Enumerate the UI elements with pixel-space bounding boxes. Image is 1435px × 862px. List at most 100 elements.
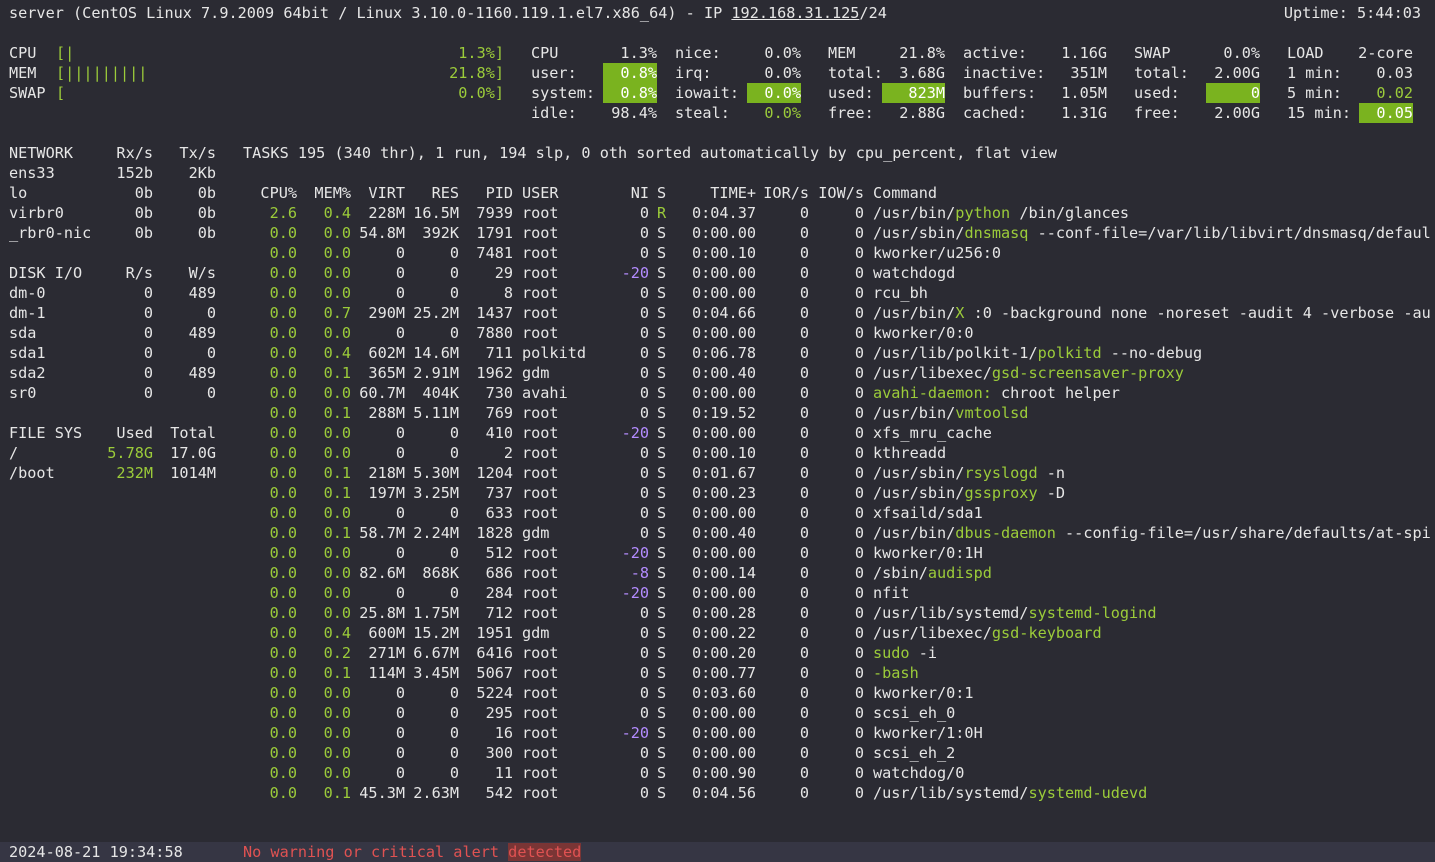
process-mem: 0.0 xyxy=(323,604,351,622)
process-user: root xyxy=(522,544,559,562)
process-mem: 0.0 xyxy=(323,564,351,582)
process-time: 0:00.00 xyxy=(691,544,756,562)
process-ior: 0 xyxy=(799,284,809,302)
filesys-title: FILE SYS xyxy=(9,424,83,442)
process-ni: 0 xyxy=(639,764,649,782)
process-cpu: 0.0 xyxy=(269,224,297,242)
process-iow: 0 xyxy=(854,304,864,322)
process-user: gdm xyxy=(522,524,550,542)
process-iow: 0 xyxy=(854,524,864,542)
process-iow: 0 xyxy=(854,244,864,262)
process-time: 0:00.00 xyxy=(691,724,756,742)
process-res: 2.24M xyxy=(413,524,459,542)
process-user: root xyxy=(522,564,559,582)
process-time: 0:00.00 xyxy=(691,224,756,242)
process-mem: 0.0 xyxy=(323,244,351,262)
mem-inactive-label: inactive: xyxy=(963,64,1046,82)
process-ni: 0 xyxy=(639,504,649,522)
command-name: avahi-daemon: xyxy=(873,384,992,402)
command-path: /usr/lib/polkit-1/ xyxy=(873,344,1038,362)
process-iow: 0 xyxy=(854,584,864,602)
process-cpu: 0.0 xyxy=(269,724,297,742)
process-cpu: 0.0 xyxy=(269,744,297,762)
process-mem: 0.0 xyxy=(323,284,351,302)
disk-device: sda2 xyxy=(9,364,46,382)
load-title: LOAD xyxy=(1287,44,1324,62)
process-cpu: 0.0 xyxy=(269,344,297,362)
process-user: root xyxy=(522,704,559,722)
process-ior: 0 xyxy=(799,424,809,442)
command-name: sudo xyxy=(873,644,910,662)
process-mem: 0.0 xyxy=(323,704,351,722)
process-ior: 0 xyxy=(799,304,809,322)
cpu-title: CPU xyxy=(531,44,559,62)
process-time: 0:00.00 xyxy=(691,744,756,762)
cpu-user-label: user: xyxy=(531,64,577,82)
command-path: watchdogd xyxy=(873,264,956,282)
process-s: S xyxy=(657,784,667,802)
cpu-idle-value: 98.4% xyxy=(611,104,657,122)
process-cpu: 0.0 xyxy=(269,584,297,602)
process-time: 0:04.37 xyxy=(691,204,756,222)
process-ior: 0 xyxy=(799,264,809,282)
process-mem: 0.0 xyxy=(323,764,351,782)
process-pid: 737 xyxy=(485,484,513,502)
tasks-count: 195 xyxy=(297,144,326,162)
disk-write: 489 xyxy=(188,284,216,302)
command-path: /usr/lib/systemd/ xyxy=(873,604,1029,622)
process-s: S xyxy=(657,744,667,762)
process-command: xfs_mru_cache xyxy=(873,423,992,443)
process-cpu: 0.0 xyxy=(269,764,297,782)
command-path: watchdog/0 xyxy=(873,764,965,782)
process-command: kthreadd xyxy=(873,443,946,463)
process-time: 0:00.77 xyxy=(691,664,756,682)
process-cpu: 0.0 xyxy=(269,444,297,462)
process-s: S xyxy=(657,284,667,302)
process-iow: 0 xyxy=(854,544,864,562)
process-res: 14.6M xyxy=(413,344,459,362)
process-user: root xyxy=(522,664,559,682)
process-cpu: 0.0 xyxy=(269,384,297,402)
process-pid: 8 xyxy=(503,284,513,302)
process-mem: 0.0 xyxy=(323,444,351,462)
command-path: /sbin/ xyxy=(873,564,928,582)
process-cpu: 0.0 xyxy=(269,504,297,522)
process-s: S xyxy=(657,444,667,462)
load-5min-value: 0.02 xyxy=(1376,84,1413,102)
process-ni: 0 xyxy=(639,444,649,462)
mem-active-value: 1.16G xyxy=(1061,44,1107,62)
command-path: /usr/bin/ xyxy=(873,524,956,542)
mem-free-value: 2.88G xyxy=(899,104,945,122)
network-tx: 0b xyxy=(197,184,216,202)
quicklook-swap-value: 0.0%] xyxy=(458,84,504,102)
process-virt: 0 xyxy=(395,424,405,442)
process-user: root xyxy=(522,504,559,522)
process-iow: 0 xyxy=(854,364,864,382)
hostname: server xyxy=(9,4,64,22)
process-virt: 60.7M xyxy=(359,384,405,402)
process-time: 0:04.66 xyxy=(691,304,756,322)
process-command: /usr/sbin/dnsmasq --conf-file=/var/lib/l… xyxy=(873,223,1431,243)
process-user: root xyxy=(522,584,559,602)
command-path: rcu_bh xyxy=(873,284,928,302)
disk-read: 0 xyxy=(143,284,153,302)
process-command: xfsaild/sda1 xyxy=(873,503,983,523)
process-ni: 0 xyxy=(639,664,649,682)
process-cpu: 0.0 xyxy=(269,484,297,502)
process-iow: 0 xyxy=(854,504,864,522)
process-time: 0:00.10 xyxy=(691,444,756,462)
process-mem: 0.0 xyxy=(323,684,351,702)
process-iow: 0 xyxy=(854,624,864,642)
process-ni: 0 xyxy=(639,604,649,622)
process-virt: 271M xyxy=(368,644,405,662)
process-user: root xyxy=(522,204,559,222)
process-cpu: 0.0 xyxy=(269,624,297,642)
process-pid: 5067 xyxy=(476,664,513,682)
process-res: 404K xyxy=(422,384,459,402)
mem-buffers-value: 1.05M xyxy=(1061,84,1107,102)
process-virt: 600M xyxy=(368,624,405,642)
process-ior: 0 xyxy=(799,664,809,682)
network-rx: 0b xyxy=(134,184,153,202)
process-time: 0:00.00 xyxy=(691,424,756,442)
disk-write: 0 xyxy=(206,304,216,322)
